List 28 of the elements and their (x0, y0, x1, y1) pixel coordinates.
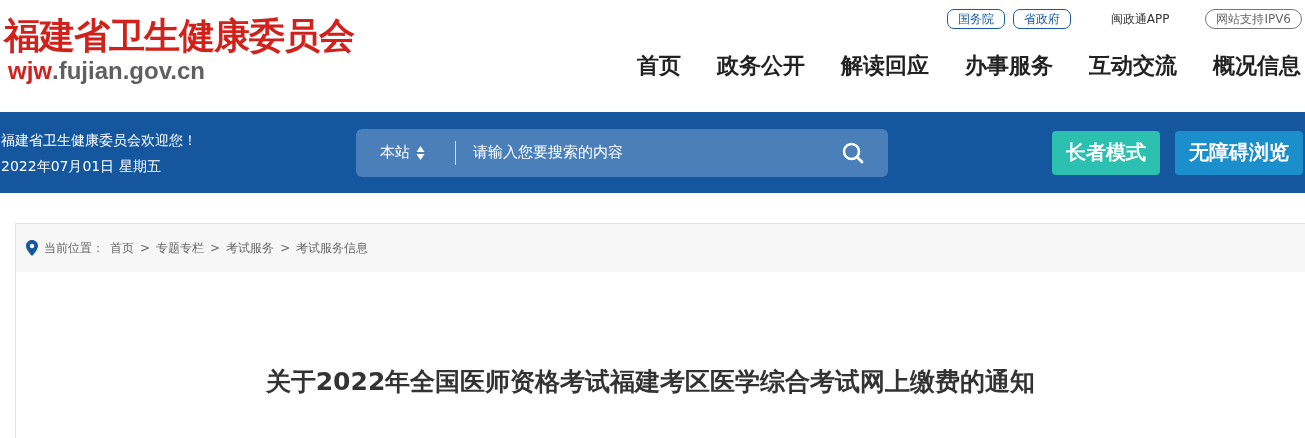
sort-icon (416, 144, 425, 161)
nav-item[interactable]: 办事服务 (965, 51, 1053, 81)
breadcrumb-separator: > (280, 241, 291, 255)
scope-selector[interactable]: 本站 (380, 143, 410, 162)
top-link[interactable]: 省政府 (1012, 9, 1071, 29)
breadcrumb-link[interactable]: 首页 (110, 239, 134, 257)
breadcrumb-separator: > (140, 241, 151, 255)
mode-button[interactable]: 无障碍浏览 (1175, 130, 1303, 175)
nav-item[interactable]: 解读回应 (841, 51, 929, 81)
breadcrumb-separator: > (210, 241, 221, 255)
site-domain: wjw.fujian.gov.cn (7, 58, 206, 84)
breadcrumb-link[interactable]: 考试服务信息 (296, 239, 369, 257)
nav-item[interactable]: 首页 (637, 51, 681, 81)
breadcrumb-label: 当前位置： (44, 239, 104, 257)
nav-item[interactable]: 互动交流 (1089, 51, 1177, 81)
location-pin-icon (26, 240, 38, 256)
breadcrumb-link[interactable]: 专题专栏 (156, 239, 205, 257)
search-icon[interactable] (842, 141, 864, 164)
top-link[interactable]: 国务院 (946, 9, 1005, 29)
nav-item[interactable]: 政务公开 (717, 51, 805, 81)
nav-item[interactable]: 概况信息 (1213, 51, 1301, 81)
top-link[interactable]: 闽政通APP (1100, 10, 1180, 28)
article-title: 关于2022年全国医师资格考试福建考区医学综合考试网上缴费的通知 (264, 366, 1037, 398)
search-field[interactable]: 本站 请输入您要搜索的内容 (356, 128, 888, 177)
welcome-text: 福建省卫生健康委员会欢迎您！ (1, 130, 198, 150)
breadcrumb-link[interactable]: 考试服务 (226, 239, 275, 257)
date-text: 2022年07月01日 星期五 (1, 156, 162, 176)
site-name: 福建省卫生健康委员会 (4, 13, 354, 58)
